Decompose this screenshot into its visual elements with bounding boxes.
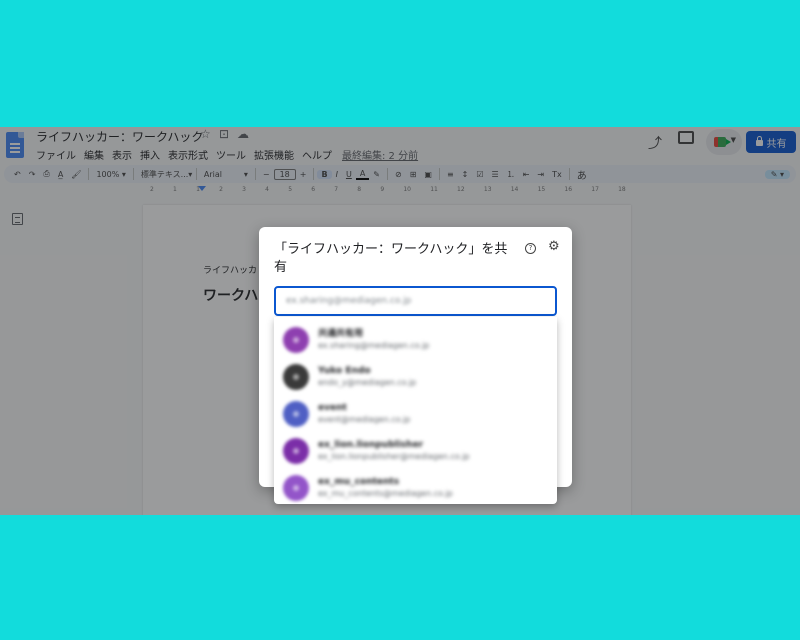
avatar [283,437,309,464]
contact-email: ex_mu_contents@mediagen.co.jp [318,488,453,498]
contact-email: ex_lion.lionpublisher@mediagen.co.jp [318,451,470,461]
contact-email: ex.sharing@mediagen.co.jp [318,340,430,350]
contact-email: endo_y@mediagen.co.jp [318,377,417,387]
help-icon[interactable]: ? [525,243,536,254]
avatar [283,400,309,427]
avatar [283,326,309,353]
contact-name: event [318,402,347,413]
contact-suggestion[interactable]: event event@mediagen.co.jp [274,395,557,432]
contact-email: event@mediagen.co.jp [318,414,411,424]
contact-suggestions-list: 共通共有用 ex.sharing@mediagen.co.jp Yuko Endo e… [274,317,557,504]
contact-suggestion[interactable]: Yuko Endo endo_y@mediagen.co.jp [274,358,557,395]
contact-name: ex_mu_contents [318,476,400,487]
contact-text: ex_lion.lionpublisher ex_lion.lionpublish… [318,440,470,462]
contact-name: ex_lion.lionpublisher [318,439,424,450]
contact-text: event event@mediagen.co.jp [318,403,410,425]
contact-text: ex_mu_contents ex_mu_contents@mediagen.co… [318,477,453,499]
add-people-input-value: ex.sharing@mediagen.co.jp [286,296,412,306]
contact-text: Yuko Endo endo_y@mediagen.co.jp [318,366,416,388]
gear-icon[interactable]: ⚙ [548,239,560,254]
contact-suggestion[interactable]: ex_mu_contents ex_mu_contents@mediagen.co… [274,469,557,506]
contact-name: Yuko Endo [318,365,371,376]
avatar [283,363,309,390]
avatar [283,474,309,501]
share-dialog-title: 「ライフハッカー：ワークハック」を共有 [274,242,508,275]
add-people-input[interactable]: ex.sharing@mediagen.co.jp [274,286,557,316]
contact-suggestion[interactable]: ex_lion.lionpublisher ex_lion.lionpublish… [274,432,557,469]
contact-text: 共通共有用 ex.sharing@mediagen.co.jp [318,329,429,351]
contact-name: 共通共有用 [318,328,364,339]
contact-suggestion[interactable]: 共通共有用 ex.sharing@mediagen.co.jp [274,321,557,358]
